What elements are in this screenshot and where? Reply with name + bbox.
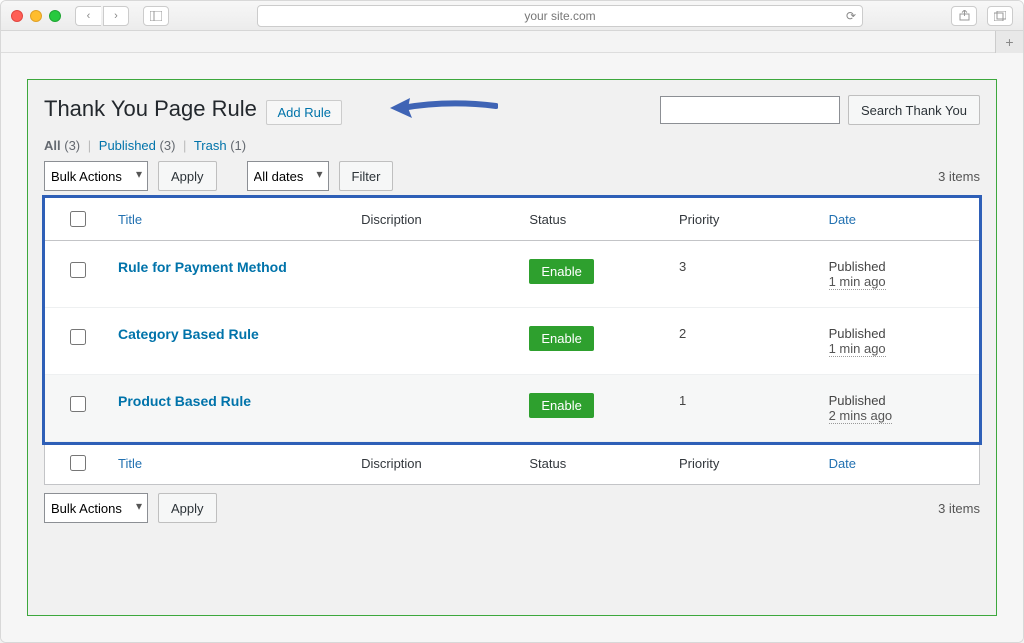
status-filter-links: All (3) | Published (3) | Trash (1) [44,138,980,153]
row-checkbox[interactable] [70,329,86,345]
col-date-footer[interactable]: Date [821,442,980,485]
filter-all[interactable]: All [44,138,61,153]
browser-window: ‹ › your site.com ⟳ + Thank You Page Rul… [0,0,1024,643]
url-text: your site.com [524,9,595,23]
close-icon[interactable] [11,10,23,22]
maximize-icon[interactable] [49,10,61,22]
tab-strip: + [1,31,1023,53]
row-checkbox[interactable] [70,396,86,412]
row-title-link[interactable]: Rule for Payment Method [118,259,287,275]
tabs-icon[interactable] [987,6,1013,26]
add-rule-button[interactable]: Add Rule [266,100,341,125]
minimize-icon[interactable] [30,10,42,22]
status-badge: Enable [529,259,593,284]
col-title[interactable]: Title [110,198,353,241]
priority-cell: 2 [671,308,821,375]
page-viewport: Thank You Page Rule Add Rule Search Than… [1,53,1023,642]
back-button[interactable]: ‹ [75,6,101,26]
row-title-link[interactable]: Product Based Rule [118,393,251,409]
filter-trash[interactable]: Trash [194,138,227,153]
col-title-footer[interactable]: Title [110,442,353,485]
filter-button[interactable]: Filter [339,161,394,191]
titlebar: ‹ › your site.com ⟳ [1,1,1023,31]
col-priority: Priority [671,198,821,241]
row-title-link[interactable]: Category Based Rule [118,326,259,342]
priority-cell: 3 [671,241,821,308]
sidebar-toggle-icon[interactable] [143,6,169,26]
annotation-arrow-icon [388,96,498,120]
select-all-checkbox[interactable] [70,211,86,227]
page-title: Thank You Page Rule [44,96,257,122]
item-count-top: 3 items [938,169,980,184]
item-count-bottom: 3 items [938,501,980,516]
tablenav-bottom: Bulk Actions Apply 3 items [44,493,980,523]
status-badge: Enable [529,393,593,418]
window-controls [11,10,61,22]
search-button[interactable]: Search Thank You [848,95,980,125]
table-row: Product Based Rule Enable 1 Published2 m… [45,375,980,442]
url-bar[interactable]: your site.com ⟳ [257,5,863,27]
filter-published[interactable]: Published [99,138,156,153]
col-status: Status [521,198,671,241]
row-checkbox[interactable] [70,262,86,278]
table-row: Category Based Rule Enable 2 Published1 … [45,308,980,375]
new-tab-button[interactable]: + [995,31,1023,53]
col-status-footer: Status [521,442,671,485]
rules-table: Title Discription Status Priority Date R… [44,197,980,485]
select-all-checkbox-footer[interactable] [70,455,86,471]
col-priority-footer: Priority [671,442,821,485]
dates-select[interactable]: All dates [247,161,329,191]
col-date[interactable]: Date [821,198,980,241]
bulk-actions-select-bottom[interactable]: Bulk Actions [44,493,148,523]
reload-icon[interactable]: ⟳ [846,9,856,23]
table-row: Rule for Payment Method Enable 3 Publish… [45,241,980,308]
priority-cell: 1 [671,375,821,442]
bulk-actions-select[interactable]: Bulk Actions [44,161,148,191]
share-icon[interactable] [951,6,977,26]
apply-button-bottom[interactable]: Apply [158,493,217,523]
admin-panel: Thank You Page Rule Add Rule Search Than… [27,79,997,616]
forward-button[interactable]: › [103,6,129,26]
apply-button[interactable]: Apply [158,161,217,191]
col-description-footer: Discription [353,442,521,485]
status-badge: Enable [529,326,593,351]
tablenav-top: Bulk Actions Apply All dates Filter 3 it… [44,161,980,191]
col-description: Discription [353,198,521,241]
search-input[interactable] [660,96,840,124]
